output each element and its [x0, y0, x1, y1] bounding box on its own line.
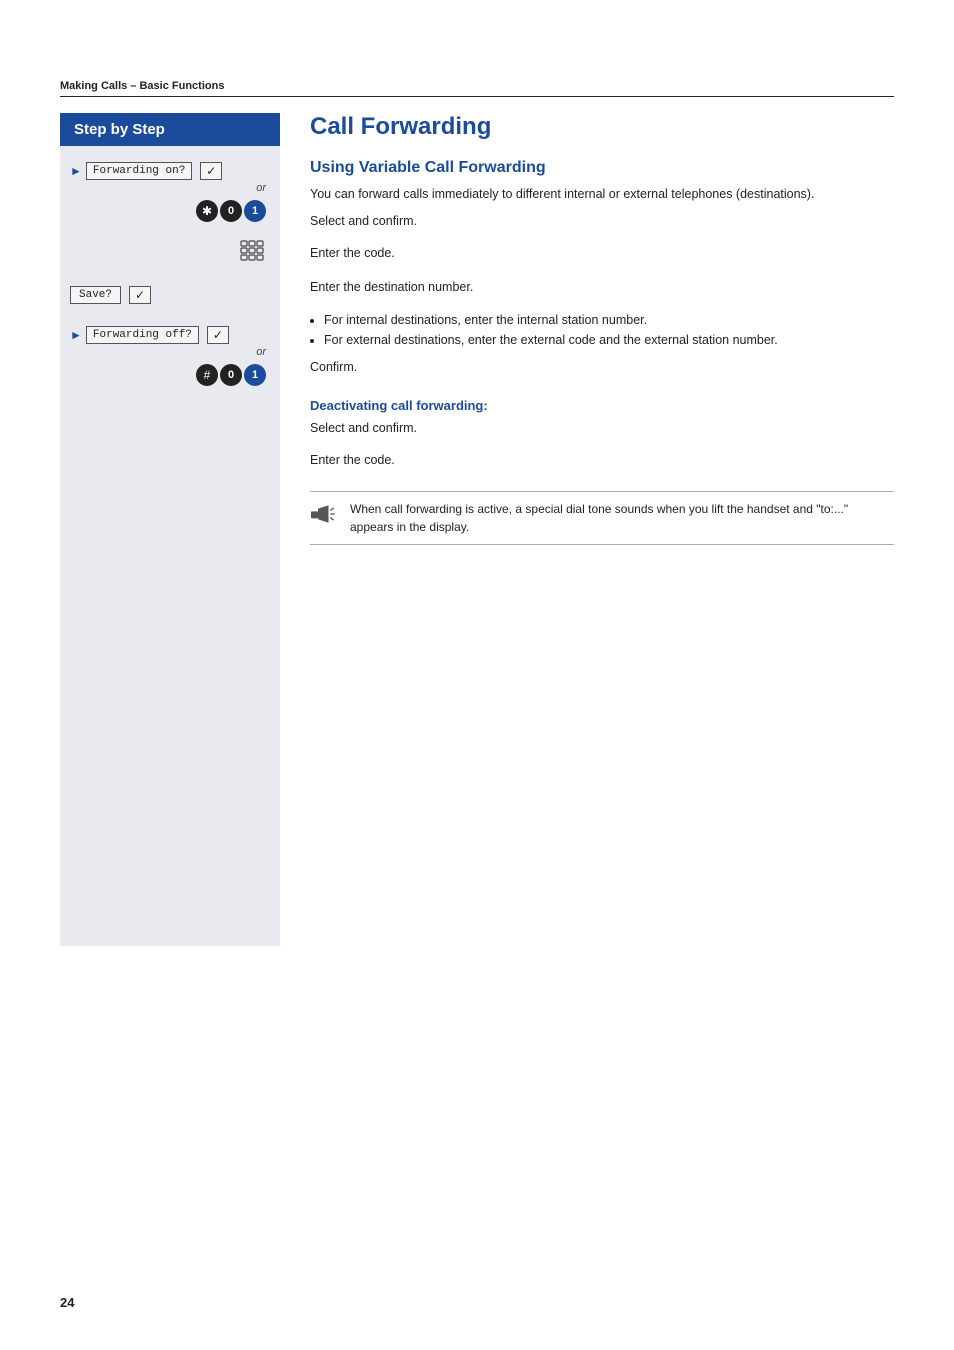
- speaker-icon: [311, 504, 339, 524]
- action-text-2: Enter the code.: [310, 244, 894, 263]
- star-icon: ✱: [196, 200, 218, 222]
- save-row: Save? ✓: [70, 286, 270, 304]
- section-header: Making Calls – Basic Functions: [60, 80, 894, 97]
- zero-icon-2: 0: [220, 364, 242, 386]
- keypad-icon: [70, 240, 270, 276]
- action-row-1: Select and confirm.: [310, 212, 894, 238]
- or-text-2: or: [70, 346, 270, 358]
- deactivating-row-1: Select and confirm.: [310, 419, 894, 445]
- bullet-item-1: For internal destinations, enter the int…: [324, 310, 894, 330]
- save-box: Save?: [70, 286, 121, 304]
- right-column: Call Forwarding Using Variable Call Forw…: [280, 113, 894, 946]
- note-icon: [310, 500, 340, 528]
- deactivating-text-1: Select and confirm.: [310, 419, 894, 438]
- main-title: Call Forwarding: [310, 113, 894, 141]
- deactivating-text-2: Enter the code.: [310, 451, 894, 470]
- forwarding-on-row: ► Forwarding on? ✓: [70, 162, 270, 180]
- page-number: 24: [60, 1295, 74, 1310]
- forwarding-off-box: Forwarding off?: [86, 326, 199, 344]
- bullet-item-2: For external destinations, enter the ext…: [324, 330, 894, 350]
- keypad-svg: [240, 240, 270, 270]
- check-icon: ✓: [200, 162, 222, 180]
- forwarding-off-label: Forwarding off?: [93, 329, 192, 341]
- code-icons-1: ✱ 0 1: [70, 200, 270, 222]
- forwarding-on-box: Forwarding on?: [86, 162, 192, 180]
- main-layout: Step by Step ► Forwarding on? ✓ or ✱ 0 1: [60, 113, 894, 946]
- code-icons-2: # 0 1: [70, 364, 270, 386]
- zero-icon: 0: [220, 200, 242, 222]
- action-row-2: Enter the code.: [310, 244, 894, 270]
- action-row-3: Enter the destination number.: [310, 278, 894, 304]
- action-text-3: Enter the destination number.: [310, 278, 894, 297]
- note-text: When call forwarding is active, a specia…: [350, 500, 894, 536]
- forwarding-on-label: Forwarding on?: [93, 165, 185, 177]
- forwarding-off-row: ► Forwarding off? ✓: [70, 326, 270, 344]
- deactivating-title: Deactivating call forwarding:: [310, 398, 894, 413]
- step-by-step-header: Step by Step: [60, 113, 280, 146]
- arrow-icon: ►: [70, 164, 82, 178]
- action-text-4: Confirm.: [310, 358, 894, 377]
- page: Making Calls – Basic Functions Step by S…: [0, 0, 954, 1350]
- check-icon-2: ✓: [207, 326, 229, 344]
- bullet-list: For internal destinations, enter the int…: [324, 310, 894, 350]
- or-text-1: or: [70, 182, 270, 194]
- arrow-icon-2: ►: [70, 328, 82, 342]
- action-text-1: Select and confirm.: [310, 212, 894, 231]
- note-box: When call forwarding is active, a specia…: [310, 491, 894, 545]
- action-row-4: Confirm.: [310, 358, 894, 384]
- one-icon-2: 1: [244, 364, 266, 386]
- intro-text: You can forward calls immediately to dif…: [310, 185, 894, 204]
- left-column: Step by Step ► Forwarding on? ✓ or ✱ 0 1: [60, 113, 280, 946]
- save-check-icon: ✓: [129, 286, 151, 304]
- left-content: ► Forwarding on? ✓ or ✱ 0 1: [60, 146, 280, 946]
- deactivating-row-2: Enter the code.: [310, 451, 894, 477]
- sub-title: Using Variable Call Forwarding: [310, 159, 894, 177]
- hash-icon: #: [196, 364, 218, 386]
- one-icon: 1: [244, 200, 266, 222]
